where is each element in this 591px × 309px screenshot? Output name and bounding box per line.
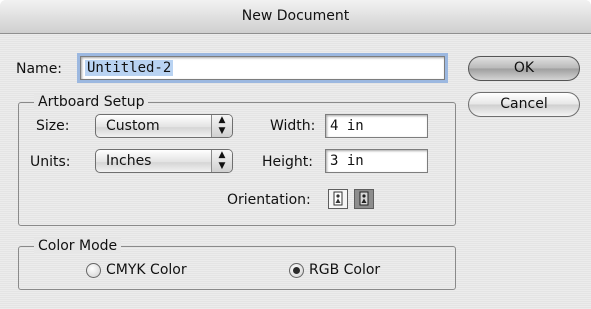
new-document-dialog: New Document Name: Untitled-2 OK Cancel … <box>0 0 591 309</box>
color-mode-legend: Color Mode <box>34 238 122 254</box>
height-value: 3 in <box>330 153 364 169</box>
width-value: 4 in <box>330 118 364 134</box>
width-input[interactable]: 4 in <box>325 114 428 138</box>
landscape-icon <box>359 191 369 206</box>
width-label: Width: <box>270 118 316 134</box>
window-title: New Document <box>0 0 591 34</box>
ok-button[interactable]: OK <box>468 56 580 81</box>
height-label: Height: <box>262 154 313 170</box>
popup-arrows-icon: ▲ ▼ <box>211 115 232 137</box>
popup-arrows-icon: ▲ ▼ <box>211 150 232 172</box>
cmyk-radio[interactable] <box>86 263 101 278</box>
size-popup[interactable]: Custom ▲ ▼ <box>95 114 233 138</box>
units-value: Inches <box>106 153 152 169</box>
size-value: Custom <box>106 118 160 134</box>
units-popup[interactable]: Inches ▲ ▼ <box>95 149 233 173</box>
portrait-icon <box>333 191 343 206</box>
portrait-orientation-button[interactable] <box>328 189 348 209</box>
height-input[interactable]: 3 in <box>325 149 428 173</box>
name-value: Untitled-2 <box>85 60 174 76</box>
orientation-label: Orientation: <box>227 192 311 208</box>
landscape-orientation-button[interactable] <box>354 189 374 209</box>
artboard-setup-legend: Artboard Setup <box>34 94 149 110</box>
rgb-radio[interactable] <box>289 263 304 278</box>
rgb-label[interactable]: RGB Color <box>309 262 380 278</box>
units-label: Units: <box>30 154 71 170</box>
cancel-button[interactable]: Cancel <box>468 92 580 117</box>
name-input[interactable]: Untitled-2 <box>80 56 445 80</box>
size-label: Size: <box>36 118 70 134</box>
name-label: Name: <box>16 61 63 77</box>
cmyk-label[interactable]: CMYK Color <box>106 262 187 278</box>
